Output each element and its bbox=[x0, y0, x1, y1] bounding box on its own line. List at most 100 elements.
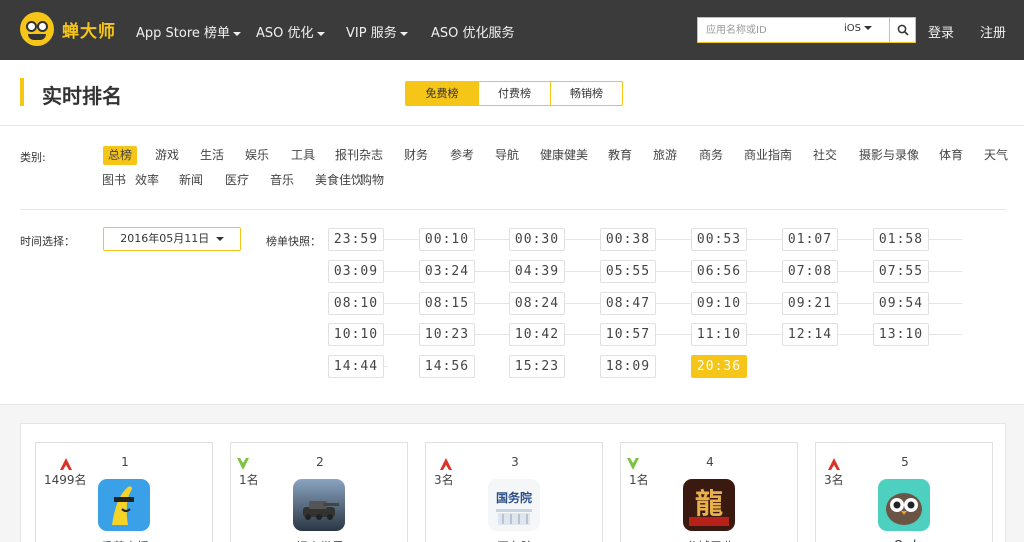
tab-grossing[interactable]: 畅销榜 bbox=[550, 82, 622, 105]
search-button[interactable] bbox=[889, 18, 915, 42]
snapshot-time-button[interactable]: 09:10 bbox=[691, 292, 747, 315]
category-item[interactable]: 工具 bbox=[286, 146, 320, 165]
snapshot-time-button[interactable]: 08:15 bbox=[419, 292, 475, 315]
rank-change: 1名 bbox=[629, 473, 649, 487]
tab-free[interactable]: 免费榜 bbox=[406, 82, 478, 105]
category-item[interactable]: 新闻 bbox=[174, 171, 208, 190]
snapshot-time-button[interactable]: 08:24 bbox=[509, 292, 565, 315]
snapshot-time-button[interactable]: 00:10 bbox=[419, 228, 475, 251]
category-item[interactable]: 天气 bbox=[979, 146, 1013, 165]
snapshot-time-button[interactable]: 00:53 bbox=[691, 228, 747, 251]
category-item[interactable]: 社交 bbox=[808, 146, 842, 165]
tank-game-app-icon[interactable] bbox=[293, 479, 345, 531]
gov-app-icon[interactable]: 国务院 bbox=[488, 479, 540, 531]
category-item[interactable]: 体育 bbox=[934, 146, 968, 165]
category-item[interactable]: 旅游 bbox=[648, 146, 682, 165]
snapshot-time-button[interactable]: 03:24 bbox=[419, 260, 475, 283]
app-card[interactable]: 2 1名坦克世界 bbox=[230, 442, 408, 542]
app-name[interactable]: 国务院 bbox=[426, 538, 604, 542]
rank-change: 3名 bbox=[824, 473, 844, 487]
category-item[interactable]: 购物 bbox=[355, 171, 389, 190]
snapshot-time-button[interactable]: 10:42 bbox=[509, 323, 565, 346]
snapshot-time-button[interactable]: 00:30 bbox=[509, 228, 565, 251]
tab-paid[interactable]: 付费榜 bbox=[478, 82, 550, 105]
logo-icon[interactable] bbox=[20, 12, 54, 46]
snapshot-time-button[interactable]: 07:55 bbox=[873, 260, 929, 283]
gov-icon-text: 国务院 bbox=[496, 490, 532, 505]
snapshot-time-button[interactable]: 14:56 bbox=[419, 355, 475, 378]
app-name[interactable]: 香蕉直播 bbox=[36, 538, 214, 542]
snapshot-label: 榜单快照： bbox=[266, 235, 321, 248]
login-link[interactable]: 登录 bbox=[928, 22, 954, 41]
snapshot-time-button[interactable]: 01:58 bbox=[873, 228, 929, 251]
dragon-game-app-icon[interactable]: 龍 bbox=[683, 479, 735, 531]
snapshot-time-button[interactable]: 06:56 bbox=[691, 260, 747, 283]
app-name[interactable]: Owl bbox=[816, 538, 994, 542]
page-title: 实时排名 bbox=[42, 84, 122, 108]
snapshot-time-button[interactable]: 23:59 bbox=[328, 228, 384, 251]
category-item[interactable]: 音乐 bbox=[265, 171, 299, 190]
snapshot-time-button[interactable]: 07:08 bbox=[782, 260, 838, 283]
app-name[interactable]: 龙城霸业 bbox=[621, 538, 799, 542]
chevron-down-icon bbox=[399, 31, 408, 36]
nav-aso-service[interactable]: ASO 优化服务 bbox=[431, 22, 515, 41]
snapshot-time-button[interactable]: 11:10 bbox=[691, 323, 747, 346]
app-card[interactable]: 1 1499名香蕉直播 bbox=[35, 442, 213, 542]
divider bbox=[20, 209, 1006, 210]
time-label: 时间选择： bbox=[20, 235, 75, 248]
snapshot-time-button[interactable]: 05:55 bbox=[600, 260, 656, 283]
brand-name[interactable]: 蝉大师 bbox=[62, 17, 116, 42]
category-item[interactable]: 商务 bbox=[694, 146, 728, 165]
category-item[interactable]: 教育 bbox=[603, 146, 637, 165]
app-name[interactable]: 坦克世界 bbox=[231, 538, 409, 542]
snapshot-time-button[interactable]: 18:09 bbox=[600, 355, 656, 378]
register-link[interactable]: 注册 bbox=[980, 22, 1006, 41]
owl-app-icon[interactable] bbox=[878, 479, 930, 531]
chevron-down-icon bbox=[316, 31, 325, 36]
ranking-area: 11499名香蕉直播21名坦克世界33名国务院国务院41名龍龙城霸业53名Owl bbox=[0, 404, 1024, 542]
snapshot-time-button[interactable]: 10:57 bbox=[600, 323, 656, 346]
category-item[interactable]: 商业指南 bbox=[739, 146, 797, 165]
snapshot-time-button[interactable]: 04:39 bbox=[509, 260, 565, 283]
app-card[interactable]: 33名国务院国务院 bbox=[425, 442, 603, 542]
snapshot-time-button[interactable]: 09:21 bbox=[782, 292, 838, 315]
snapshot-time-button[interactable]: 13:10 bbox=[873, 323, 929, 346]
platform-select[interactable]: iOS bbox=[844, 23, 872, 34]
chevron-down-icon bbox=[215, 237, 224, 241]
category-item[interactable]: 效率 bbox=[130, 171, 164, 190]
chart-tabs: 免费榜 付费榜 畅销榜 bbox=[405, 81, 623, 106]
snapshot-time-button[interactable]: 00:38 bbox=[600, 228, 656, 251]
banana-app-icon[interactable] bbox=[98, 479, 150, 531]
category-item[interactable]: 生活 bbox=[195, 146, 229, 165]
nav-app-store-rankings[interactable]: App Store 榜单 bbox=[136, 22, 242, 41]
date-picker[interactable]: 2016年05月11日 bbox=[103, 227, 241, 251]
category-item[interactable]: 财务 bbox=[399, 146, 433, 165]
snapshot-time-button[interactable]: 15:23 bbox=[509, 355, 565, 378]
nav-vip-service[interactable]: VIP 服务 bbox=[346, 22, 408, 41]
snapshot-time-button[interactable]: 09:54 bbox=[873, 292, 929, 315]
category-item[interactable]: 摄影与录像 bbox=[854, 146, 924, 165]
category-item[interactable]: 总榜 bbox=[103, 146, 138, 165]
category-item[interactable]: 健康健美 bbox=[535, 146, 593, 165]
app-card[interactable]: 5 3名 Owl bbox=[815, 442, 993, 542]
app-card[interactable]: 4 1名龍龙城霸业 bbox=[620, 442, 798, 542]
category-item[interactable]: 参考 bbox=[445, 146, 479, 165]
snapshot-time-button[interactable]: 08:10 bbox=[328, 292, 384, 315]
snapshot-time-button[interactable]: 10:23 bbox=[419, 323, 475, 346]
category-item[interactable]: 导航 bbox=[490, 146, 524, 165]
category-item[interactable]: 报刊杂志 bbox=[330, 146, 388, 165]
search-input[interactable] bbox=[698, 18, 838, 42]
category-item[interactable]: 图书 bbox=[97, 171, 131, 190]
snapshot-time-button[interactable]: 12:14 bbox=[782, 323, 838, 346]
snapshot-time-button[interactable]: 08:47 bbox=[600, 292, 656, 315]
snapshot-time-button[interactable]: 10:10 bbox=[328, 323, 384, 346]
nav-aso-optimization[interactable]: ASO 优化 bbox=[256, 22, 325, 41]
category-item[interactable]: 医疗 bbox=[220, 171, 254, 190]
category-item[interactable]: 游戏 bbox=[150, 146, 184, 165]
snapshot-time-button[interactable]: 03:09 bbox=[328, 260, 384, 283]
category-item[interactable]: 娱乐 bbox=[240, 146, 274, 165]
snapshot-time-button[interactable]: 01:07 bbox=[782, 228, 838, 251]
snapshot-time-button[interactable]: 20:36 bbox=[691, 355, 747, 378]
snapshot-time-button[interactable]: 14:44 bbox=[328, 355, 384, 378]
chevron-down-icon bbox=[233, 31, 242, 36]
